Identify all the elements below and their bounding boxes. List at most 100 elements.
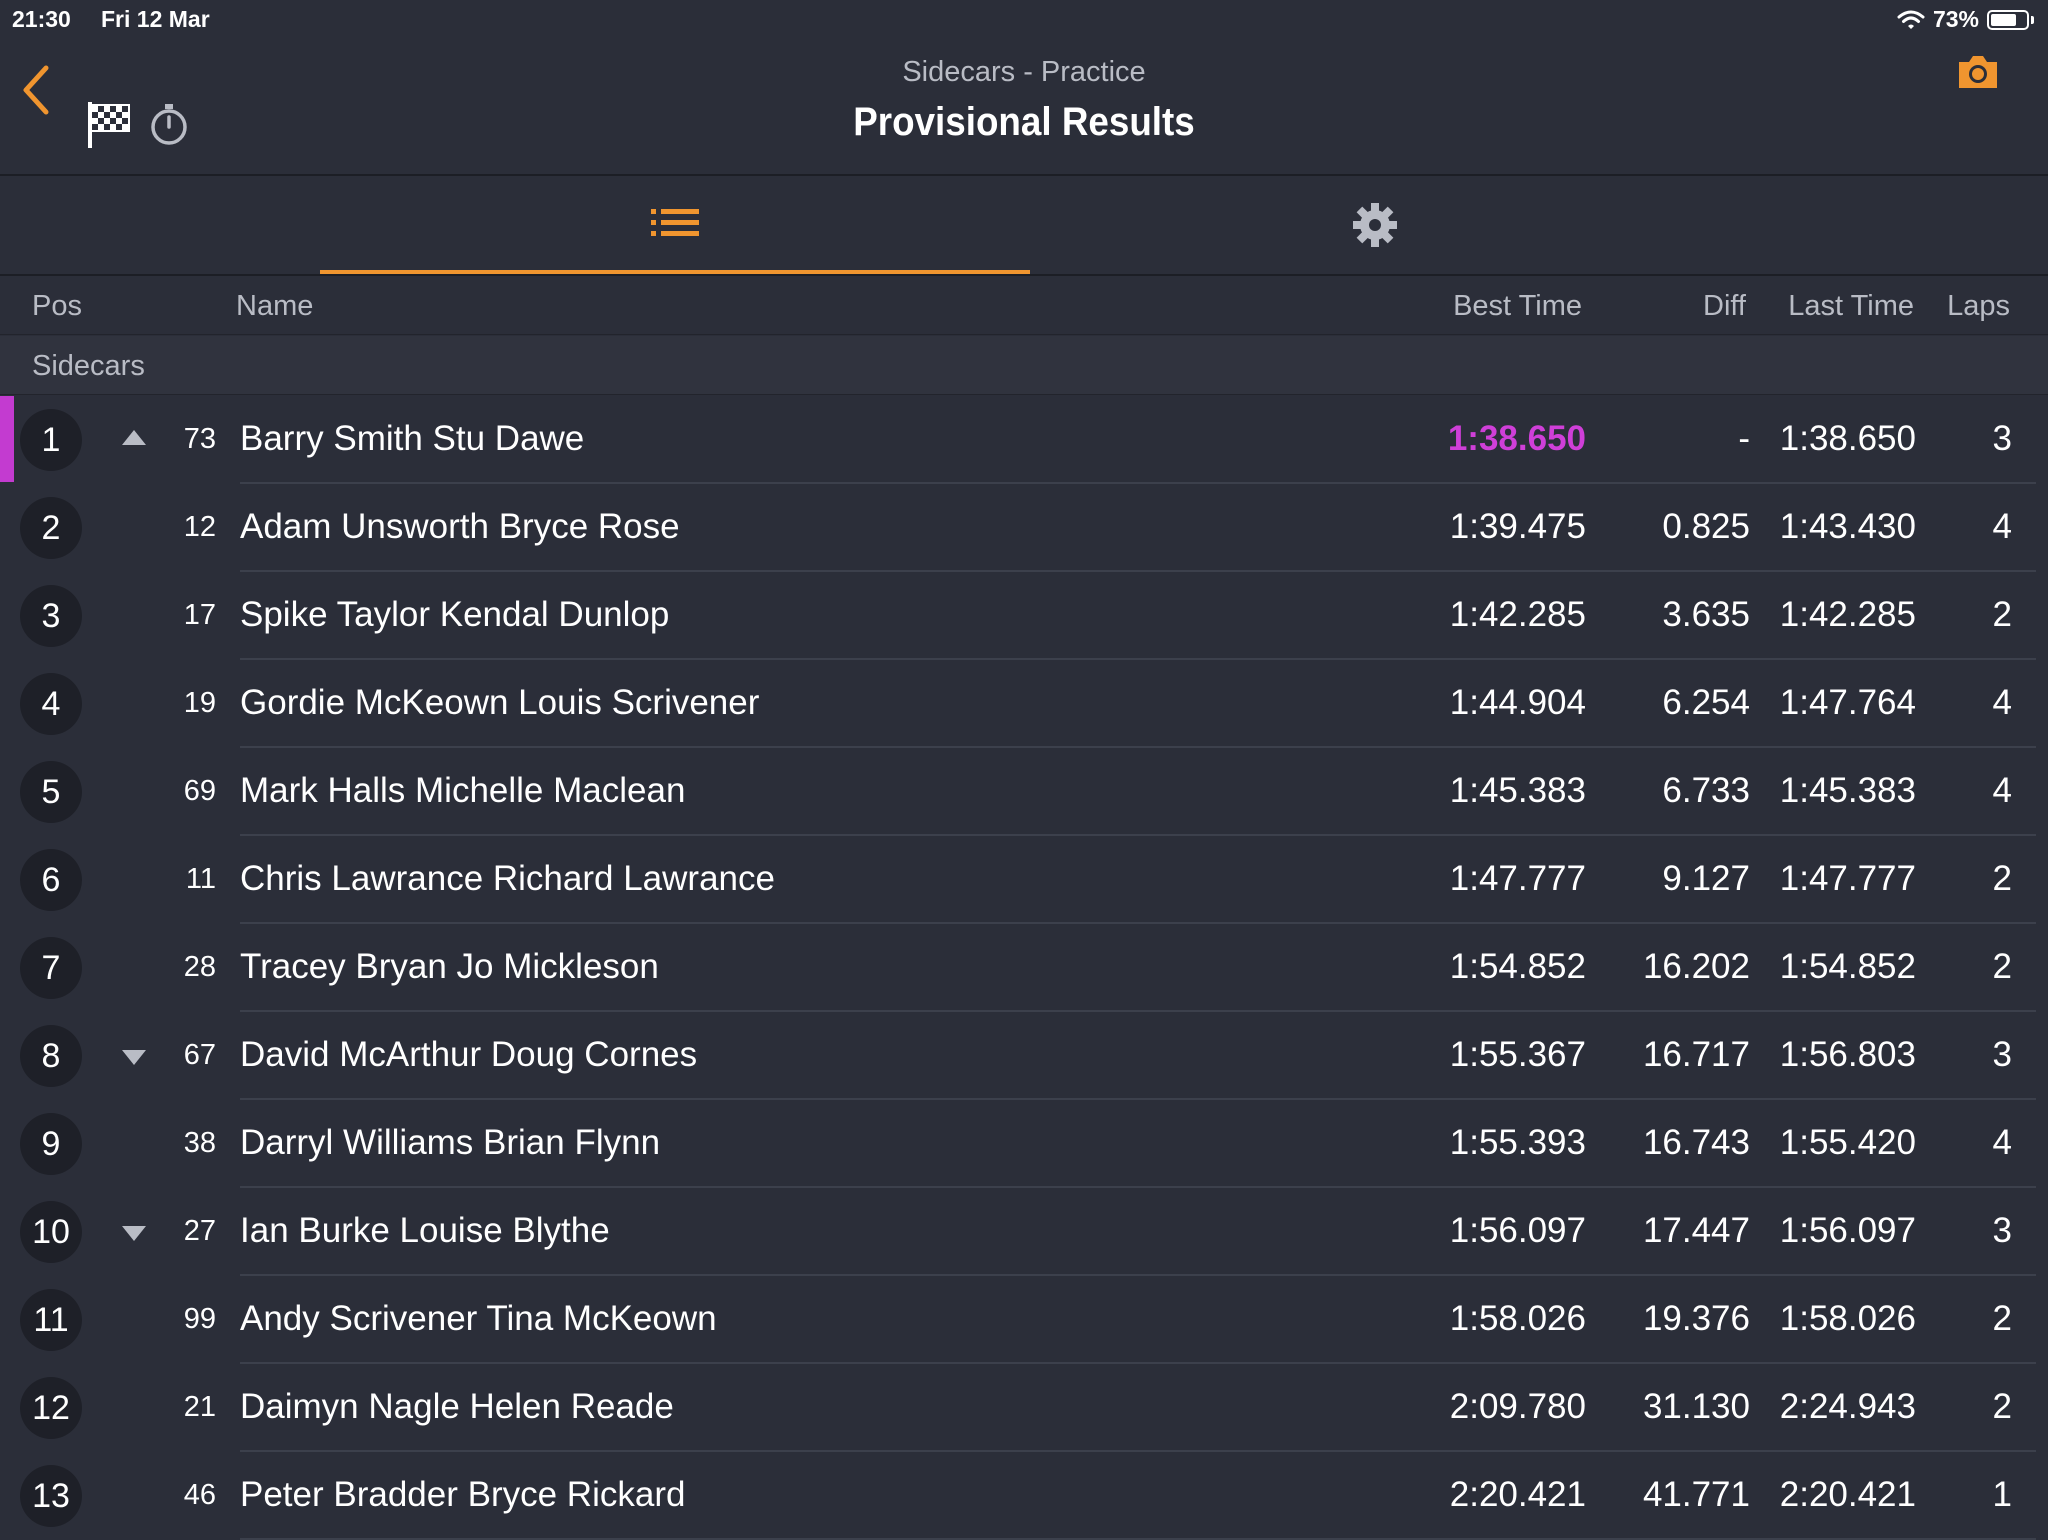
status-indicators: 73% <box>1897 6 2034 33</box>
table-row[interactable]: 7 28 Tracey Bryan Jo Mickleson 1:54.852 16.2… <box>0 924 2048 1012</box>
last-time: 1:47.777 <box>1779 859 1916 898</box>
race-number: 46 <box>183 1479 216 1511</box>
position-badge: 3 <box>20 585 82 647</box>
gap-diff: 31.130 <box>1642 1387 1750 1426</box>
battery-percent: 73% <box>1932 6 1979 32</box>
race-number: 99 <box>183 1303 216 1335</box>
session-subtitle: Sidecars - Practice <box>902 56 1146 88</box>
gap-diff: 9.127 <box>1662 859 1750 898</box>
gap-diff: 3.635 <box>1662 595 1750 634</box>
header-name[interactable]: Name <box>236 290 313 323</box>
best-time: 1:58.026 <box>1449 1299 1586 1338</box>
position-badge: 2 <box>20 497 82 559</box>
best-time: 1:55.367 <box>1449 1035 1586 1074</box>
battery-icon <box>1987 9 2029 30</box>
class-group-header: Sidecars <box>0 336 2048 395</box>
position-badge: 5 <box>20 761 82 823</box>
header-pos[interactable]: Pos <box>32 290 82 323</box>
best-time: 1:56.097 <box>1449 1211 1586 1250</box>
last-time: 1:56.097 <box>1779 1211 1916 1250</box>
lap-count: 4 <box>1992 683 2012 722</box>
race-number: 73 <box>183 423 216 455</box>
last-time: 1:56.803 <box>1779 1035 1916 1074</box>
race-number: 11 <box>185 863 216 895</box>
last-time: 1:54.852 <box>1779 947 1916 986</box>
table-row[interactable]: 2 12 Adam Unsworth Bryce Rose 1:39.475 0.825… <box>0 484 2048 572</box>
last-time: 1:55.420 <box>1779 1123 1916 1162</box>
gap-diff: 41.771 <box>1642 1475 1750 1514</box>
table-row[interactable]: 3 17 Spike Taylor Kendal Dunlop 1:42.285 3.6… <box>0 572 2048 660</box>
lap-count: 3 <box>1992 1035 2012 1074</box>
table-row[interactable]: 12 21 Daimyn Nagle Helen Reade 2:09.780 31.1… <box>0 1364 2048 1452</box>
race-number: 69 <box>183 775 216 807</box>
lap-count: 2 <box>1992 1387 2012 1426</box>
best-time: 1:45.383 <box>1449 771 1586 810</box>
rider-names: Barry Smith Stu Dawe <box>240 419 585 458</box>
position-badge: 13 <box>20 1465 82 1527</box>
rider-names: Daimyn Nagle Helen Reade <box>240 1387 674 1426</box>
race-number: 21 <box>183 1391 216 1423</box>
position-badge: 12 <box>20 1377 82 1439</box>
position-badge: 11 <box>20 1289 82 1351</box>
page-title: Provisional Results <box>853 100 1195 144</box>
gap-diff: 16.743 <box>1642 1123 1750 1162</box>
gap-diff: 0.825 <box>1662 507 1750 546</box>
tab-settings[interactable] <box>1020 176 1730 274</box>
best-time: 1:39.475 <box>1449 507 1586 546</box>
table-row[interactable]: 4 19 Gordie McKeown Louis Scrivener 1:44.90… <box>0 660 2048 748</box>
table-row[interactable]: 13 46 Peter Bradder Bryce Rickard 2:20.421 4… <box>0 1452 2048 1540</box>
last-time: 2:24.943 <box>1779 1387 1916 1426</box>
status-time: 21:30 <box>12 6 71 32</box>
last-time: 1:45.383 <box>1779 771 1916 810</box>
gap-diff: 6.254 <box>1662 683 1750 722</box>
table-row[interactable]: 5 69 Mark Halls Michelle Maclean 1:45.383 6.… <box>0 748 2048 836</box>
gap-diff: 19.376 <box>1642 1299 1750 1338</box>
table-row[interactable]: 10 27 Ian Burke Louise Blythe 1:56.097 17.44… <box>0 1188 2048 1276</box>
position-badge: 4 <box>20 673 82 735</box>
navigation-bar: Sidecars - Practice Provisional Results <box>0 38 2048 176</box>
lap-count: 2 <box>1992 947 2012 986</box>
position-up-icon <box>122 430 146 445</box>
lap-count: 2 <box>1992 1299 2012 1338</box>
results-table: 1 73 Barry Smith Stu Dawe 1:38.650-1:38.650… <box>0 396 2048 1540</box>
best-time: 1:54.852 <box>1449 947 1586 986</box>
status-bar: 21:30 Fri 12 Mar 73% <box>0 0 2048 38</box>
table-row[interactable]: 6 11 Chris Lawrance Richard Lawrance 1:47.7… <box>0 836 2048 924</box>
lap-count: 2 <box>1992 859 2012 898</box>
header-best-time[interactable]: Best Time <box>1453 290 1582 323</box>
position-badge: 9 <box>20 1113 82 1175</box>
best-time: 2:09.780 <box>1449 1387 1586 1426</box>
rider-names: Spike Taylor Kendal Dunlop <box>240 595 670 634</box>
tab-results-list[interactable] <box>320 176 1030 274</box>
position-down-icon <box>122 1226 146 1241</box>
table-row[interactable]: 8 67 David McArthur Doug Cornes 1:55.367 16.… <box>0 1012 2048 1100</box>
table-row[interactable]: 9 38 Darryl Williams Brian Flynn 1:55.393 16… <box>0 1100 2048 1188</box>
gap-diff: 6.733 <box>1662 771 1750 810</box>
header-laps[interactable]: Laps <box>1947 290 2010 323</box>
header-diff[interactable]: Diff <box>1703 290 1746 323</box>
best-time: 1:42.285 <box>1449 595 1586 634</box>
lap-count: 1 <box>1992 1475 2012 1514</box>
gap-diff: - <box>1738 419 1750 458</box>
position-badge: 7 <box>20 937 82 999</box>
rider-names: Ian Burke Louise Blythe <box>240 1211 610 1250</box>
header-last-time[interactable]: Last Time <box>1788 290 1914 323</box>
best-time: 1:44.904 <box>1449 683 1586 722</box>
table-row[interactable]: 11 99 Andy Scrivener Tina McKeown 1:58.026 1… <box>0 1276 2048 1364</box>
lap-count: 3 <box>1992 419 2012 458</box>
last-time: 1:58.026 <box>1779 1299 1916 1338</box>
list-icon <box>651 209 699 236</box>
rider-names: Chris Lawrance Richard Lawrance <box>240 859 775 898</box>
position-badge: 1 <box>20 409 82 471</box>
race-number: 38 <box>183 1127 216 1159</box>
race-number: 12 <box>183 511 216 543</box>
lap-count: 3 <box>1992 1211 2012 1250</box>
position-badge: 6 <box>20 849 82 911</box>
lap-count: 4 <box>1992 507 2012 546</box>
rider-names: David McArthur Doug Cornes <box>240 1035 698 1074</box>
position-badge: 8 <box>20 1025 82 1087</box>
view-tabs <box>0 176 2048 276</box>
camera-icon[interactable] <box>1955 52 2001 92</box>
column-headers: Pos Name Best Time Diff Last Time Laps <box>0 276 2048 335</box>
table-row[interactable]: 1 73 Barry Smith Stu Dawe 1:38.650-1:38.650… <box>0 396 2048 484</box>
